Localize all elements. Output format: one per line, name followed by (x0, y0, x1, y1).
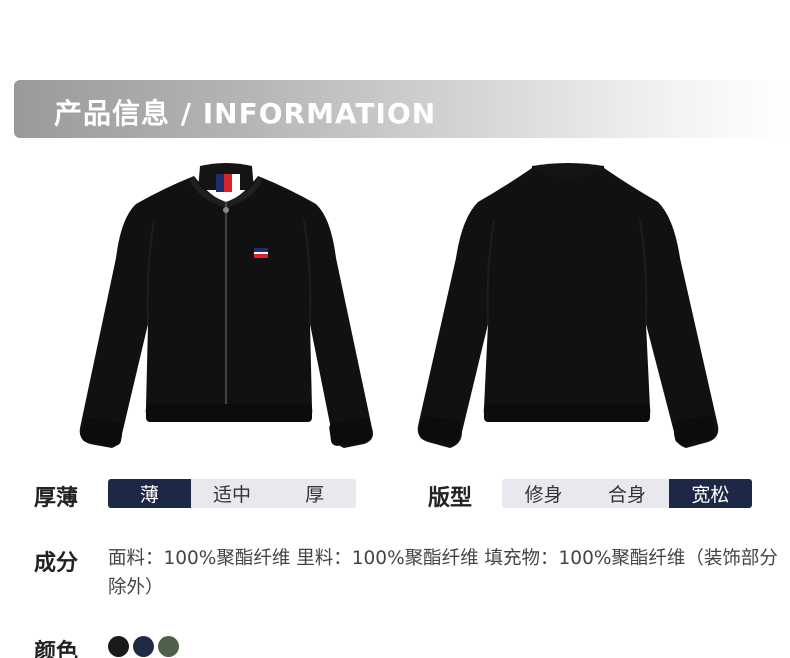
fit-option-loose[interactable]: 宽松 (668, 479, 752, 508)
color-swatch-navy[interactable] (133, 636, 154, 657)
thickness-selector: 薄 适中 厚 (108, 479, 356, 508)
fit-option-slim[interactable]: 修身 (502, 479, 585, 508)
color-label: 颜色 (34, 640, 79, 658)
fit-label: 版型 (428, 486, 473, 511)
composition-text: 面料：100%聚酯纤维 里料：100%聚酯纤维 填充物：100%聚酯纤维（装饰部… (108, 548, 778, 598)
composition-label: 成分 (34, 551, 79, 576)
color-swatches (108, 636, 179, 657)
fit-selector: 修身 合身 宽松 (502, 479, 752, 508)
fit-option-regular[interactable]: 合身 (585, 479, 668, 508)
color-swatch-black[interactable] (108, 636, 129, 657)
banner-title: 产品信息 / INFORMATION (54, 97, 437, 130)
info-banner: 产品信息 / INFORMATION (14, 80, 790, 138)
thickness-option-medium[interactable]: 适中 (191, 479, 274, 508)
jacket-back-image (417, 163, 719, 448)
thickness-option-thin[interactable]: 薄 (108, 479, 191, 508)
color-swatch-green[interactable] (158, 636, 179, 657)
thickness-option-thick[interactable]: 厚 (273, 479, 356, 508)
thickness-label: 厚薄 (34, 486, 79, 511)
jacket-front-image (79, 163, 373, 448)
